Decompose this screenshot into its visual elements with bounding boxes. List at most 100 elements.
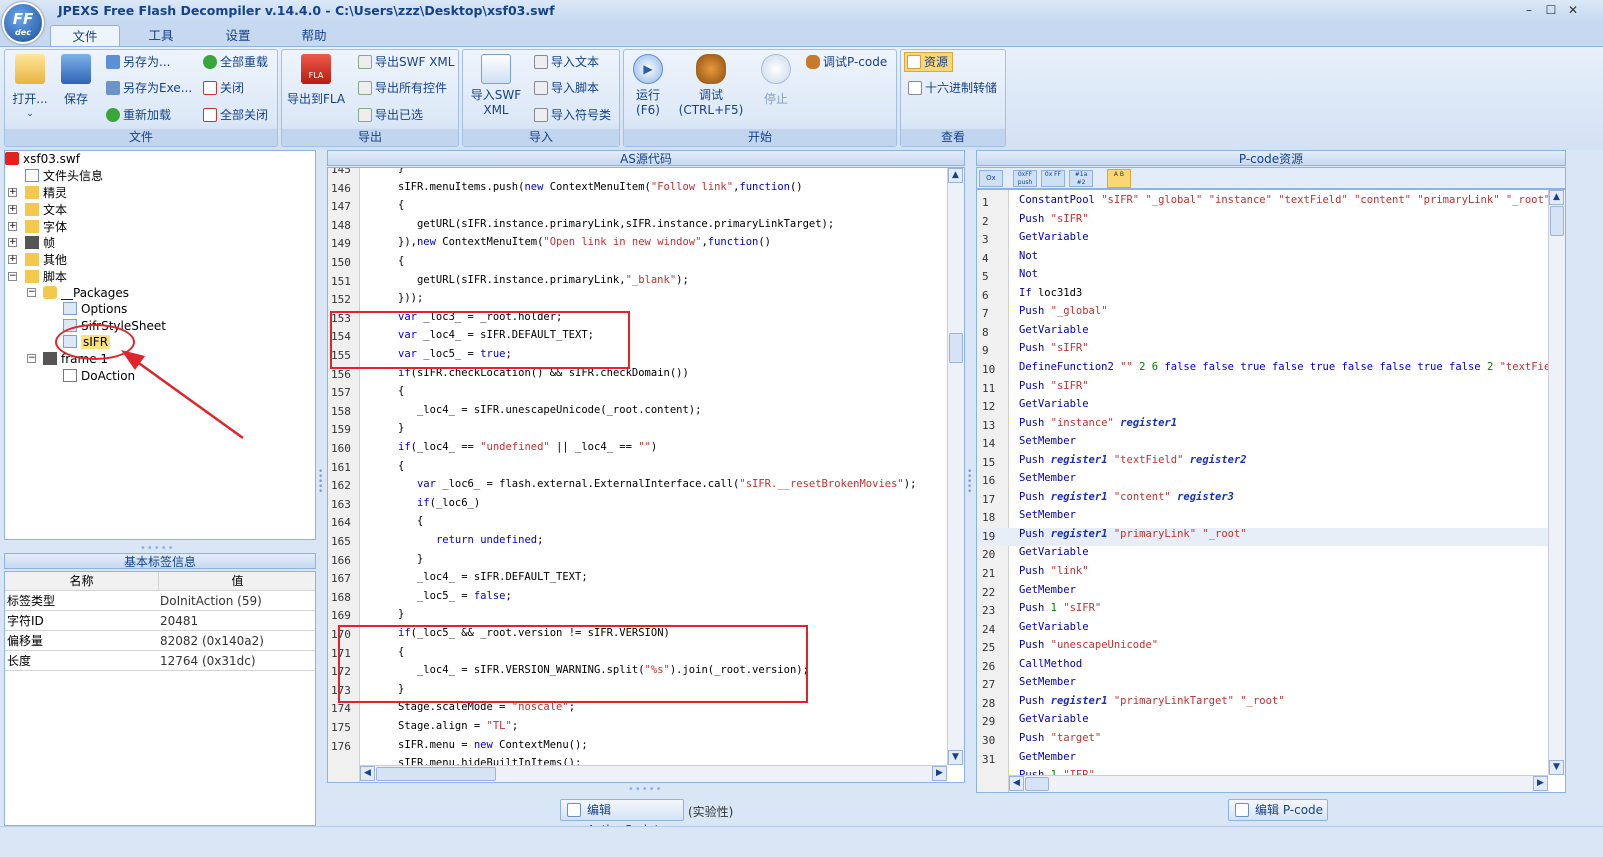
pcode-editor[interactable]: 1 ConstantPool "sIFR" "_global" "instance… xyxy=(976,189,1566,793)
line-number: 19 xyxy=(982,529,996,543)
import-text-button[interactable]: 导入文本 xyxy=(534,54,599,70)
maximize-icon[interactable]: ☐ xyxy=(1542,2,1560,18)
edit-icon xyxy=(1235,803,1249,817)
debug-button[interactable]: 调试 (CTRL+F5) xyxy=(678,54,744,118)
as-horizontal-scrollbar[interactable]: ◀ ▶ xyxy=(360,765,947,782)
tab-help[interactable]: 帮助 xyxy=(288,25,340,46)
tree-item-options[interactable]: Options xyxy=(63,301,127,317)
tree-item-header[interactable]: 文件头信息 xyxy=(25,168,103,184)
collapse-icon[interactable]: − xyxy=(27,288,36,297)
reload-all-button[interactable]: 全部重载 xyxy=(203,54,268,70)
expand-icon[interactable]: + xyxy=(8,222,17,231)
export-selected-button[interactable]: 导出已选 xyxy=(358,107,423,123)
scroll-thumb[interactable] xyxy=(949,333,963,363)
pcode-line: Push register1 "primaryLinkTarget" "_roo… xyxy=(1019,694,1285,707)
tree-item-fonts[interactable]: 字体 xyxy=(25,219,67,235)
pcode-vertical-scrollbar[interactable]: ▲ ▼ xyxy=(1548,190,1565,775)
scroll-left-icon[interactable]: ◀ xyxy=(1009,776,1024,791)
edit-actionscript-button[interactable]: 编辑ActionScript xyxy=(560,799,684,837)
import-script-button[interactable]: 导入脚本 xyxy=(534,80,599,96)
floppy-disk-icon xyxy=(61,54,91,84)
expand-icon[interactable]: + xyxy=(8,255,17,264)
collapse-icon[interactable]: − xyxy=(27,354,36,363)
pcode-tool-constants-icon[interactable]: #1a #2 xyxy=(1069,170,1093,187)
scroll-up-icon[interactable]: ▲ xyxy=(1549,190,1564,205)
scroll-down-icon[interactable]: ▼ xyxy=(948,750,963,765)
scroll-right-icon[interactable]: ▶ xyxy=(932,766,947,781)
expand-icon[interactable]: + xyxy=(8,238,17,247)
line-number: 15 xyxy=(982,455,996,469)
tree-item-scripts[interactable]: 脚本 xyxy=(25,269,67,285)
resource-tree[interactable]: xsf03.swf 文件头信息 + 精灵 + 文本 + 字体 + 帧 + 其他 … xyxy=(4,150,316,540)
line-number: 156 xyxy=(331,367,351,381)
code-line: var _loc6_ = flash.external.ExternalInte… xyxy=(416,478,917,491)
scroll-thumb[interactable] xyxy=(1025,777,1049,791)
tab-tools[interactable]: 工具 xyxy=(135,25,187,46)
splitter-grip[interactable]: ••••• xyxy=(318,468,326,497)
tree-item-texts[interactable]: 文本 xyxy=(25,202,67,218)
scroll-down-icon[interactable]: ▼ xyxy=(1549,760,1564,775)
import-swf-xml-button[interactable]: 导入SWF XML xyxy=(466,54,526,118)
scroll-right-icon[interactable]: ▶ xyxy=(1533,776,1548,791)
export-fla-button[interactable]: FLA 导出到FLA xyxy=(286,54,346,107)
pcode-horizontal-scrollbar[interactable]: ◀ ▶ xyxy=(1009,775,1548,792)
as-code-editor[interactable]: 145} 146 sIFR.menuItems.push(new ContextMe… xyxy=(327,167,965,783)
line-number: 159 xyxy=(331,423,351,437)
pcode-tool-resolve-icon[interactable]: A B xyxy=(1107,169,1131,188)
export-swf-xml-button[interactable]: 导出SWF XML xyxy=(358,54,454,70)
code-line: getURL(sIFR.instance.primaryLink,sIFR.in… xyxy=(398,217,835,230)
close-icon[interactable]: ✕ xyxy=(1564,2,1582,18)
scroll-thumb[interactable] xyxy=(376,767,496,781)
splitter-grip[interactable]: ••••• xyxy=(628,784,663,795)
reload-icon xyxy=(106,108,120,122)
pcode-line: Push "_global" xyxy=(1019,305,1108,318)
reload-button[interactable]: 重新加载 xyxy=(106,107,171,123)
tab-settings[interactable]: 设置 xyxy=(212,25,264,46)
collapse-icon[interactable]: − xyxy=(8,272,17,281)
export-all-button[interactable]: 导出所有控件 xyxy=(358,80,447,96)
edit-pcode-button[interactable]: 编辑 P-code xyxy=(1228,799,1328,821)
pcode-line: GetVariable xyxy=(1019,620,1089,633)
debug-pcode-button[interactable]: 调试P-code xyxy=(806,54,887,70)
group-title-import: 导入 xyxy=(463,129,619,146)
prop-name: 长度 xyxy=(7,654,32,668)
minimize-icon[interactable]: – xyxy=(1520,2,1538,18)
tree-root[interactable]: xsf03.swf xyxy=(5,151,80,167)
chevron-down-icon: ⌄ xyxy=(26,109,34,119)
save-button[interactable]: 保存 xyxy=(58,54,94,107)
open-button[interactable]: 打开... ⌄ xyxy=(10,54,50,122)
tree-item-label: 文本 xyxy=(43,203,68,217)
line-number: 10 xyxy=(982,362,996,376)
folder-icon xyxy=(25,186,39,199)
expand-icon[interactable]: + xyxy=(8,205,17,214)
close-all-button[interactable]: 全部关闭 xyxy=(203,107,268,123)
pcode-tool-push-icon[interactable]: 0xFF push xyxy=(1013,170,1037,187)
hex-dump-button[interactable]: 十六进制转储 xyxy=(908,80,997,96)
app-logo-icon[interactable]: FF dec xyxy=(2,2,44,44)
tree-item-others[interactable]: 其他 xyxy=(25,252,67,268)
reload-label: 重新加载 xyxy=(123,108,172,122)
scroll-up-icon[interactable]: ▲ xyxy=(948,168,963,183)
import-symbol-button[interactable]: 导入符号类 xyxy=(534,107,611,123)
splitter-grip[interactable]: ••••• xyxy=(967,468,975,497)
save-as-button[interactable]: 另存为... xyxy=(106,54,170,70)
stop-button[interactable]: 停止 xyxy=(758,54,794,107)
prop-name: 偏移量 xyxy=(7,634,44,648)
pcode-tool-hex-icon[interactable]: Ox xyxy=(979,170,1003,187)
scroll-thumb[interactable] xyxy=(1550,206,1564,236)
resources-button[interactable]: 资源 xyxy=(904,52,954,72)
as-vertical-scrollbar[interactable]: ▲ ▼ xyxy=(947,168,964,765)
close-button[interactable]: 关闭 xyxy=(203,80,244,96)
tree-item-packages[interactable]: __Packages xyxy=(43,285,129,301)
col-header-name[interactable]: 名称 xyxy=(5,572,159,591)
run-button[interactable]: ▶ 运行 (F6) xyxy=(630,54,666,118)
tree-item-sprites[interactable]: 精灵 xyxy=(25,185,67,201)
scroll-left-icon[interactable]: ◀ xyxy=(360,766,375,781)
pcode-tool-ff-icon[interactable]: 0x FF xyxy=(1041,170,1065,187)
save-as-exe-button[interactable]: 另存为Exe... xyxy=(106,80,192,96)
props-header-row: 名称 值 xyxy=(5,572,315,591)
tab-file[interactable]: 文件 xyxy=(50,25,120,46)
expand-icon[interactable]: + xyxy=(8,188,17,197)
tree-item-frames[interactable]: 帧 xyxy=(25,235,55,251)
col-header-value[interactable]: 值 xyxy=(160,572,315,591)
